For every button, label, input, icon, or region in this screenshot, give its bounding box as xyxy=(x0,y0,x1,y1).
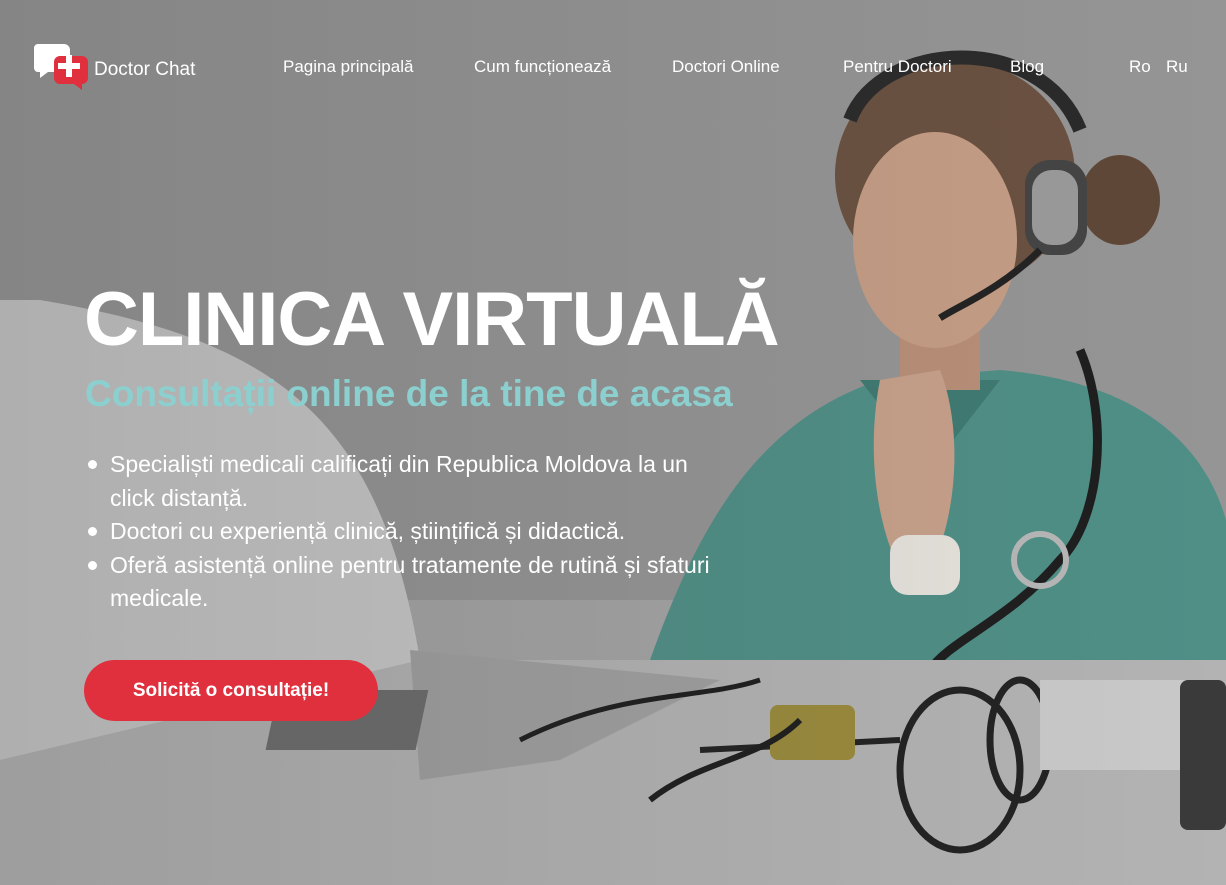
nav-item-home[interactable]: Pagina principală xyxy=(283,57,413,77)
lang-ru[interactable]: Ru xyxy=(1166,57,1188,77)
feature-list: Specialiști medicali calificați din Repu… xyxy=(88,448,728,616)
hero-background xyxy=(0,0,1226,885)
lang-ro[interactable]: Ro xyxy=(1129,57,1151,77)
nav-item-doctors-online[interactable]: Doctori Online xyxy=(672,57,780,77)
feature-item: Oferă asistență online pentru tratamente… xyxy=(88,549,728,616)
hero-title: CLINICA VIRTUALĂ xyxy=(84,277,780,362)
nav-item-blog[interactable]: Blog xyxy=(1010,57,1044,77)
main-nav: Pagina principală Cum funcționează Docto… xyxy=(0,57,1226,81)
request-consultation-button[interactable]: Solicită o consultație! xyxy=(84,660,378,721)
hero-subtitle: Consultații online de la tine de acasa xyxy=(85,373,733,414)
nav-item-for-doctors[interactable]: Pentru Doctori xyxy=(843,57,952,77)
feature-item: Specialiști medicali calificați din Repu… xyxy=(88,448,728,515)
nav-item-how-it-works[interactable]: Cum funcționează xyxy=(474,57,611,77)
hero-overlay xyxy=(0,0,1226,885)
feature-item: Doctori cu experiență clinică, științifi… xyxy=(88,515,728,549)
